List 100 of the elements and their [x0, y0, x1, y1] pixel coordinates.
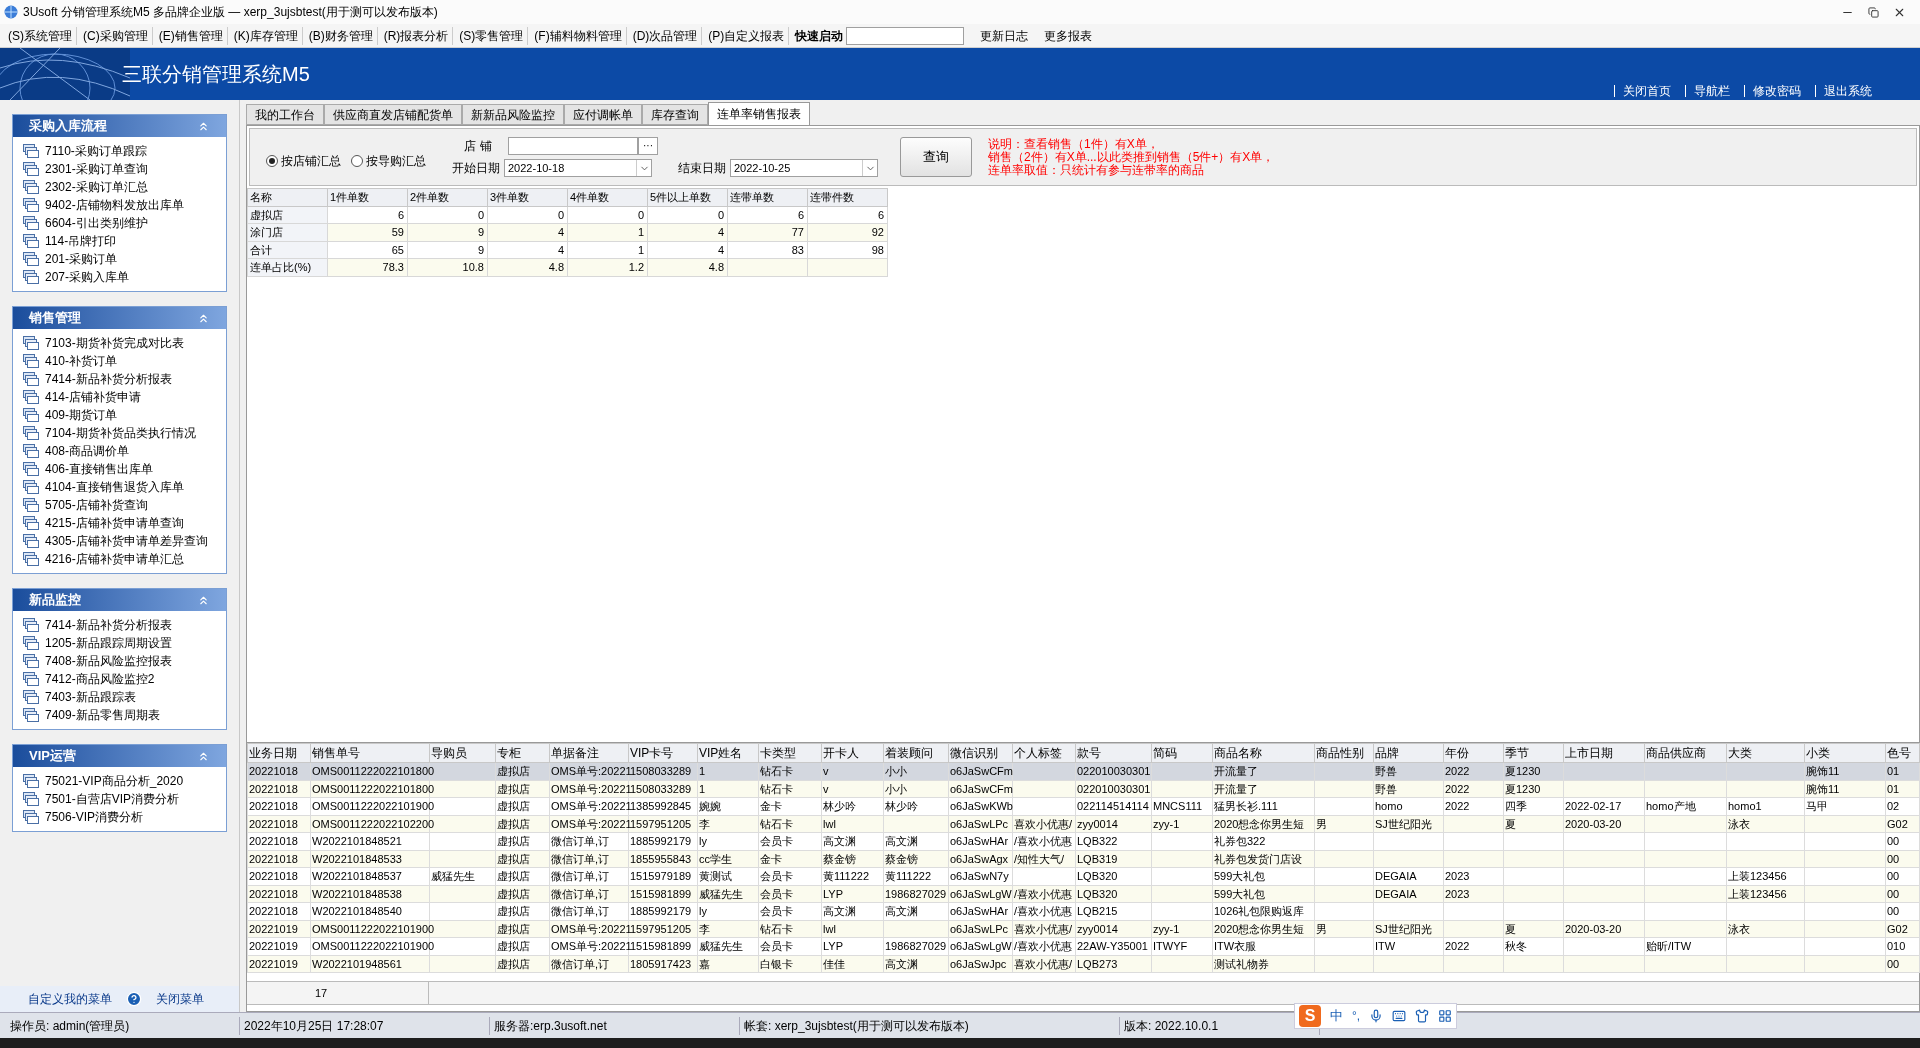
sidebar-item[interactable]: 2301-采购订单查询: [45, 160, 148, 178]
sidebar-item[interactable]: 7104-期货补货品类执行情况: [45, 424, 196, 442]
sidebar-item[interactable]: 414-店铺补货申请: [45, 388, 142, 406]
ime-mode[interactable]: 中: [1330, 1006, 1343, 1026]
sidebar-item[interactable]: 7414-新品补货分析报表: [45, 370, 172, 388]
menu-item[interactable]: (E)销售管理: [154, 26, 228, 45]
column-header[interactable]: 着装顾问: [883, 743, 949, 763]
sidebar-item[interactable]: 6604-引出类别维护: [45, 214, 148, 232]
tab[interactable]: 供应商直发店铺配货单: [324, 104, 462, 125]
menu-item[interactable]: (S)系统管理: [4, 26, 77, 45]
column-header[interactable]: VIP卡号: [628, 743, 698, 763]
radio-option[interactable]: 按店铺汇总: [266, 152, 341, 170]
column-header[interactable]: 商品性别: [1314, 743, 1374, 763]
sidebar-item[interactable]: 7408-新品风险监控报表: [45, 652, 172, 670]
help-icon[interactable]: [126, 991, 142, 1007]
custom-menu-link[interactable]: 自定义我的菜单: [28, 990, 112, 1008]
menu-item[interactable]: (D)次品管理: [628, 26, 703, 45]
sidebar-item[interactable]: 7110-采购订单跟踪: [45, 142, 147, 160]
sidebar-item[interactable]: 7403-新品跟踪表: [45, 688, 136, 706]
grid-icon[interactable]: [1438, 1009, 1453, 1023]
column-header[interactable]: 年份: [1443, 743, 1504, 763]
column-header[interactable]: 商品供应商: [1644, 743, 1727, 763]
sidebar-item[interactable]: 201-采购订单: [45, 250, 118, 268]
column-header[interactable]: 色号: [1885, 743, 1920, 763]
radio-option[interactable]: 按导购汇总: [351, 152, 426, 170]
sidebar-item[interactable]: 7414-新品补货分析报表: [45, 616, 172, 634]
tab[interactable]: 连单率销售报表: [708, 102, 810, 125]
sidebar-section-header[interactable]: VIP运营: [13, 745, 226, 767]
sidebar-item[interactable]: 7412-商品风险监控2: [45, 670, 155, 688]
column-header[interactable]: 1件单数: [327, 188, 408, 206]
keyboard-icon[interactable]: [1392, 1009, 1407, 1023]
menu-link[interactable]: 更多报表: [1044, 26, 1093, 45]
column-header[interactable]: 简码: [1151, 743, 1213, 763]
column-header[interactable]: 商品名称: [1212, 743, 1315, 763]
menu-item[interactable]: (R)报表分析: [379, 26, 454, 45]
restore-icon[interactable]: [1868, 6, 1879, 18]
column-header[interactable]: 小类: [1804, 743, 1886, 763]
column-header[interactable]: 2件单数: [407, 188, 488, 206]
column-header[interactable]: VIP姓名: [697, 743, 759, 763]
sidebar-item[interactable]: 4305-店铺补货申请单差异查询: [45, 532, 208, 550]
column-header[interactable]: 业务日期: [247, 743, 311, 763]
sidebar-item[interactable]: 4215-店铺补货申请单查询: [45, 514, 184, 532]
header-link[interactable]: 退出系统: [1815, 85, 1880, 97]
sidebar-item[interactable]: 7409-新品零售周期表: [45, 706, 160, 724]
column-header[interactable]: 名称: [247, 188, 328, 206]
column-header[interactable]: 5件以上单数: [647, 188, 728, 206]
column-header[interactable]: 导购员: [429, 743, 496, 763]
sidebar-item[interactable]: 4216-店铺补货申请单汇总: [45, 550, 184, 568]
sidebar-item[interactable]: 114-吊牌打印: [45, 232, 117, 250]
sidebar-item[interactable]: 207-采购入库单: [45, 268, 130, 286]
sidebar-item[interactable]: 5705-店铺补货查询: [45, 496, 148, 514]
microphone-icon[interactable]: [1369, 1009, 1384, 1023]
sidebar-section-header[interactable]: 销售管理: [13, 307, 226, 329]
radio-circle[interactable]: [266, 155, 278, 167]
menu-item[interactable]: (C)采购管理: [79, 26, 153, 45]
column-header[interactable]: 个人标签: [1012, 743, 1076, 763]
sidebar-section-header[interactable]: 新品监控: [13, 589, 226, 611]
column-header[interactable]: 开卡人: [821, 743, 884, 763]
sidebar-item[interactable]: 7506-VIP消费分析: [45, 808, 144, 826]
sidebar-item[interactable]: 9402-店铺物料发放出库单: [45, 196, 184, 214]
browse-button[interactable]: ···: [638, 137, 658, 155]
date-field[interactable]: 2022-10-25: [730, 159, 878, 177]
shirt-icon[interactable]: [1415, 1009, 1430, 1023]
sidebar-item[interactable]: 75021-VIP商品分析_2020: [45, 772, 184, 790]
tab[interactable]: 应付调帐单: [564, 104, 642, 125]
tab[interactable]: 库存查询: [642, 104, 708, 125]
header-link[interactable]: 修改密码: [1744, 85, 1809, 97]
menu-item[interactable]: (P)自定义报表: [704, 26, 790, 45]
store-field[interactable]: [508, 137, 638, 155]
column-header[interactable]: 大类: [1726, 743, 1805, 763]
column-header[interactable]: 专柜: [495, 743, 550, 763]
column-header[interactable]: 卡类型: [758, 743, 822, 763]
sidebar-item[interactable]: 4104-直接销售退货入库单: [45, 478, 184, 496]
column-header[interactable]: 品牌: [1373, 743, 1444, 763]
column-header[interactable]: 单据备注: [549, 743, 629, 763]
ime-punctuation[interactable]: °,: [1352, 1007, 1361, 1025]
menu-item[interactable]: (S)零售管理: [455, 26, 529, 45]
sidebar-item[interactable]: 406-直接销售出库单: [45, 460, 154, 478]
tab[interactable]: 我的工作台: [246, 104, 324, 125]
header-link[interactable]: 导航栏: [1685, 85, 1738, 97]
tab[interactable]: 新新品风险监控: [462, 104, 564, 125]
column-header[interactable]: 微信识别: [948, 743, 1013, 763]
column-header[interactable]: 销售单号: [310, 743, 430, 763]
menu-item[interactable]: (B)财务管理: [304, 26, 378, 45]
sidebar-item[interactable]: 7501-自营店VIP消费分析: [45, 790, 180, 808]
sidebar-item[interactable]: 410-补货订单: [45, 352, 118, 370]
close-menu-link[interactable]: 关闭菜单: [156, 990, 204, 1008]
date-field[interactable]: 2022-10-18: [504, 159, 652, 177]
query-button[interactable]: 查询: [900, 137, 972, 177]
menu-item[interactable]: (K)库存管理: [229, 26, 303, 45]
sidebar-item[interactable]: 1205-新品跟踪周期设置: [45, 634, 172, 652]
column-header[interactable]: 4件单数: [567, 188, 648, 206]
header-link[interactable]: 关闭首页: [1614, 85, 1679, 97]
sidebar-item[interactable]: 409-期货订单: [45, 406, 118, 424]
column-header[interactable]: 款号: [1075, 743, 1152, 763]
column-header[interactable]: 3件单数: [487, 188, 568, 206]
column-header[interactable]: 连带件数: [807, 188, 888, 206]
column-header[interactable]: 上市日期: [1563, 743, 1645, 763]
quick-launch-field[interactable]: [846, 26, 965, 45]
sidebar-section-header[interactable]: 采购入库流程: [13, 115, 226, 137]
